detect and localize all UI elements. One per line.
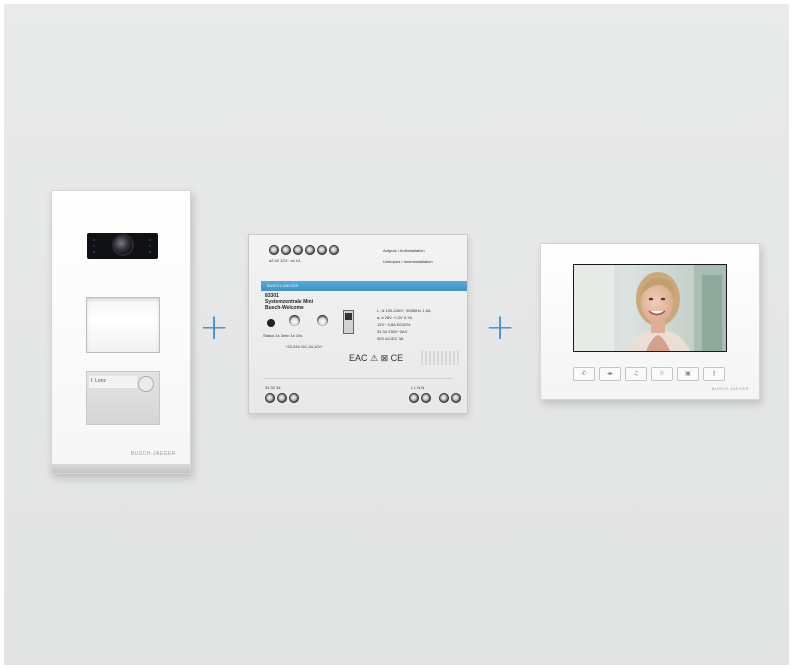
status-led-icon — [267, 319, 275, 327]
mode-switch[interactable] — [343, 310, 354, 334]
door-open-key-icon[interactable]: ⚷ — [703, 367, 725, 381]
bottom-left-labels: 33 32 34 — [265, 385, 281, 390]
door-station: f. Lenz BUSCH-JAEGER — [51, 190, 191, 474]
spec-line: L, N 100-240V~ 50/60Hz 1,5A — [377, 308, 431, 313]
top-terminals — [269, 245, 339, 255]
indoor-monitor: ✆ ◂▸ ♫ ☼ ▣ ⚷ BUSCH-JAEGER — [540, 243, 760, 400]
bar-brand: BUSCH-JAEGER — [267, 283, 299, 288]
time-dial-2-icon[interactable] — [317, 315, 328, 326]
door-camera — [87, 233, 158, 259]
nameplate-label: f. Lenz — [91, 378, 107, 384]
spec-line: 12V~ 0,8A ED30% — [377, 322, 411, 327]
spec-line: a, b 28V +/-2V 0,7A — [377, 315, 413, 320]
bottom-right-labels: L L N N — [411, 385, 425, 390]
power-supply-unit: a2 b2 12V~ a1 b1 Aufputz / Aufinstallati… — [248, 234, 468, 414]
spec-line: 33 34 230V~3AX — [377, 329, 408, 334]
monitor-screen — [573, 264, 727, 352]
dial-labels: Status 1s 3min 1s 10s — [263, 333, 303, 338]
install-surface-label: Aufputz / Aufinstallation — [383, 248, 425, 253]
plus-icon: + — [485, 307, 516, 348]
housing-rib — [263, 378, 453, 379]
camera-switch-icon[interactable]: ▣ — [677, 367, 699, 381]
mute-icon[interactable]: ♫ — [625, 367, 647, 381]
product-stage: f. Lenz BUSCH-JAEGER + a2 b2 12V~ a1 b1 … — [4, 4, 789, 665]
label-bar: BUSCH-JAEGER — [261, 281, 467, 291]
intercom-icon[interactable]: ◂▸ — [599, 367, 621, 381]
door-speaker — [86, 297, 160, 353]
brand-line: Busch-Welcome — [265, 305, 304, 311]
model-block: 83301 Systemzentrale Mini Busch-Welcome — [265, 293, 313, 311]
vent-grille — [421, 351, 461, 365]
door-brand: BUSCH-JAEGER — [130, 451, 176, 457]
video-feed-image — [574, 265, 726, 351]
door-bottom-strip — [52, 464, 190, 473]
certification-marks: EAC ⚠ ⊠ CE — [349, 353, 404, 363]
time-dial-1-icon[interactable] — [289, 315, 300, 326]
spec-block: L, N 100-240V~ 50/60Hz 1,5A a, b 28V +/-… — [377, 307, 430, 342]
install-flush-label: Unterputz / Inneninstallation — [383, 259, 433, 264]
phone-icon[interactable]: ✆ — [573, 367, 595, 381]
bottom-right-terminals — [409, 393, 461, 403]
camera-lens-icon — [112, 234, 134, 256]
plus-icon: + — [199, 307, 230, 348]
monitor-brand: BUSCH-JAEGER — [711, 386, 749, 391]
door-nameplate[interactable]: f. Lenz — [86, 371, 160, 425]
bell-button-icon[interactable] — [138, 376, 154, 392]
monitor-button-row: ✆ ◂▸ ♫ ☼ ▣ ⚷ — [573, 367, 725, 381]
voltage-labels: ~23-34V DC-34,12V~ — [285, 344, 324, 349]
top-terminal-labels: a2 b2 12V~ a1 b1 — [269, 258, 301, 263]
spec-line: 30V AC/DC 3A — [377, 336, 404, 341]
bottom-left-terminals — [265, 393, 299, 403]
light-icon[interactable]: ☼ — [651, 367, 673, 381]
